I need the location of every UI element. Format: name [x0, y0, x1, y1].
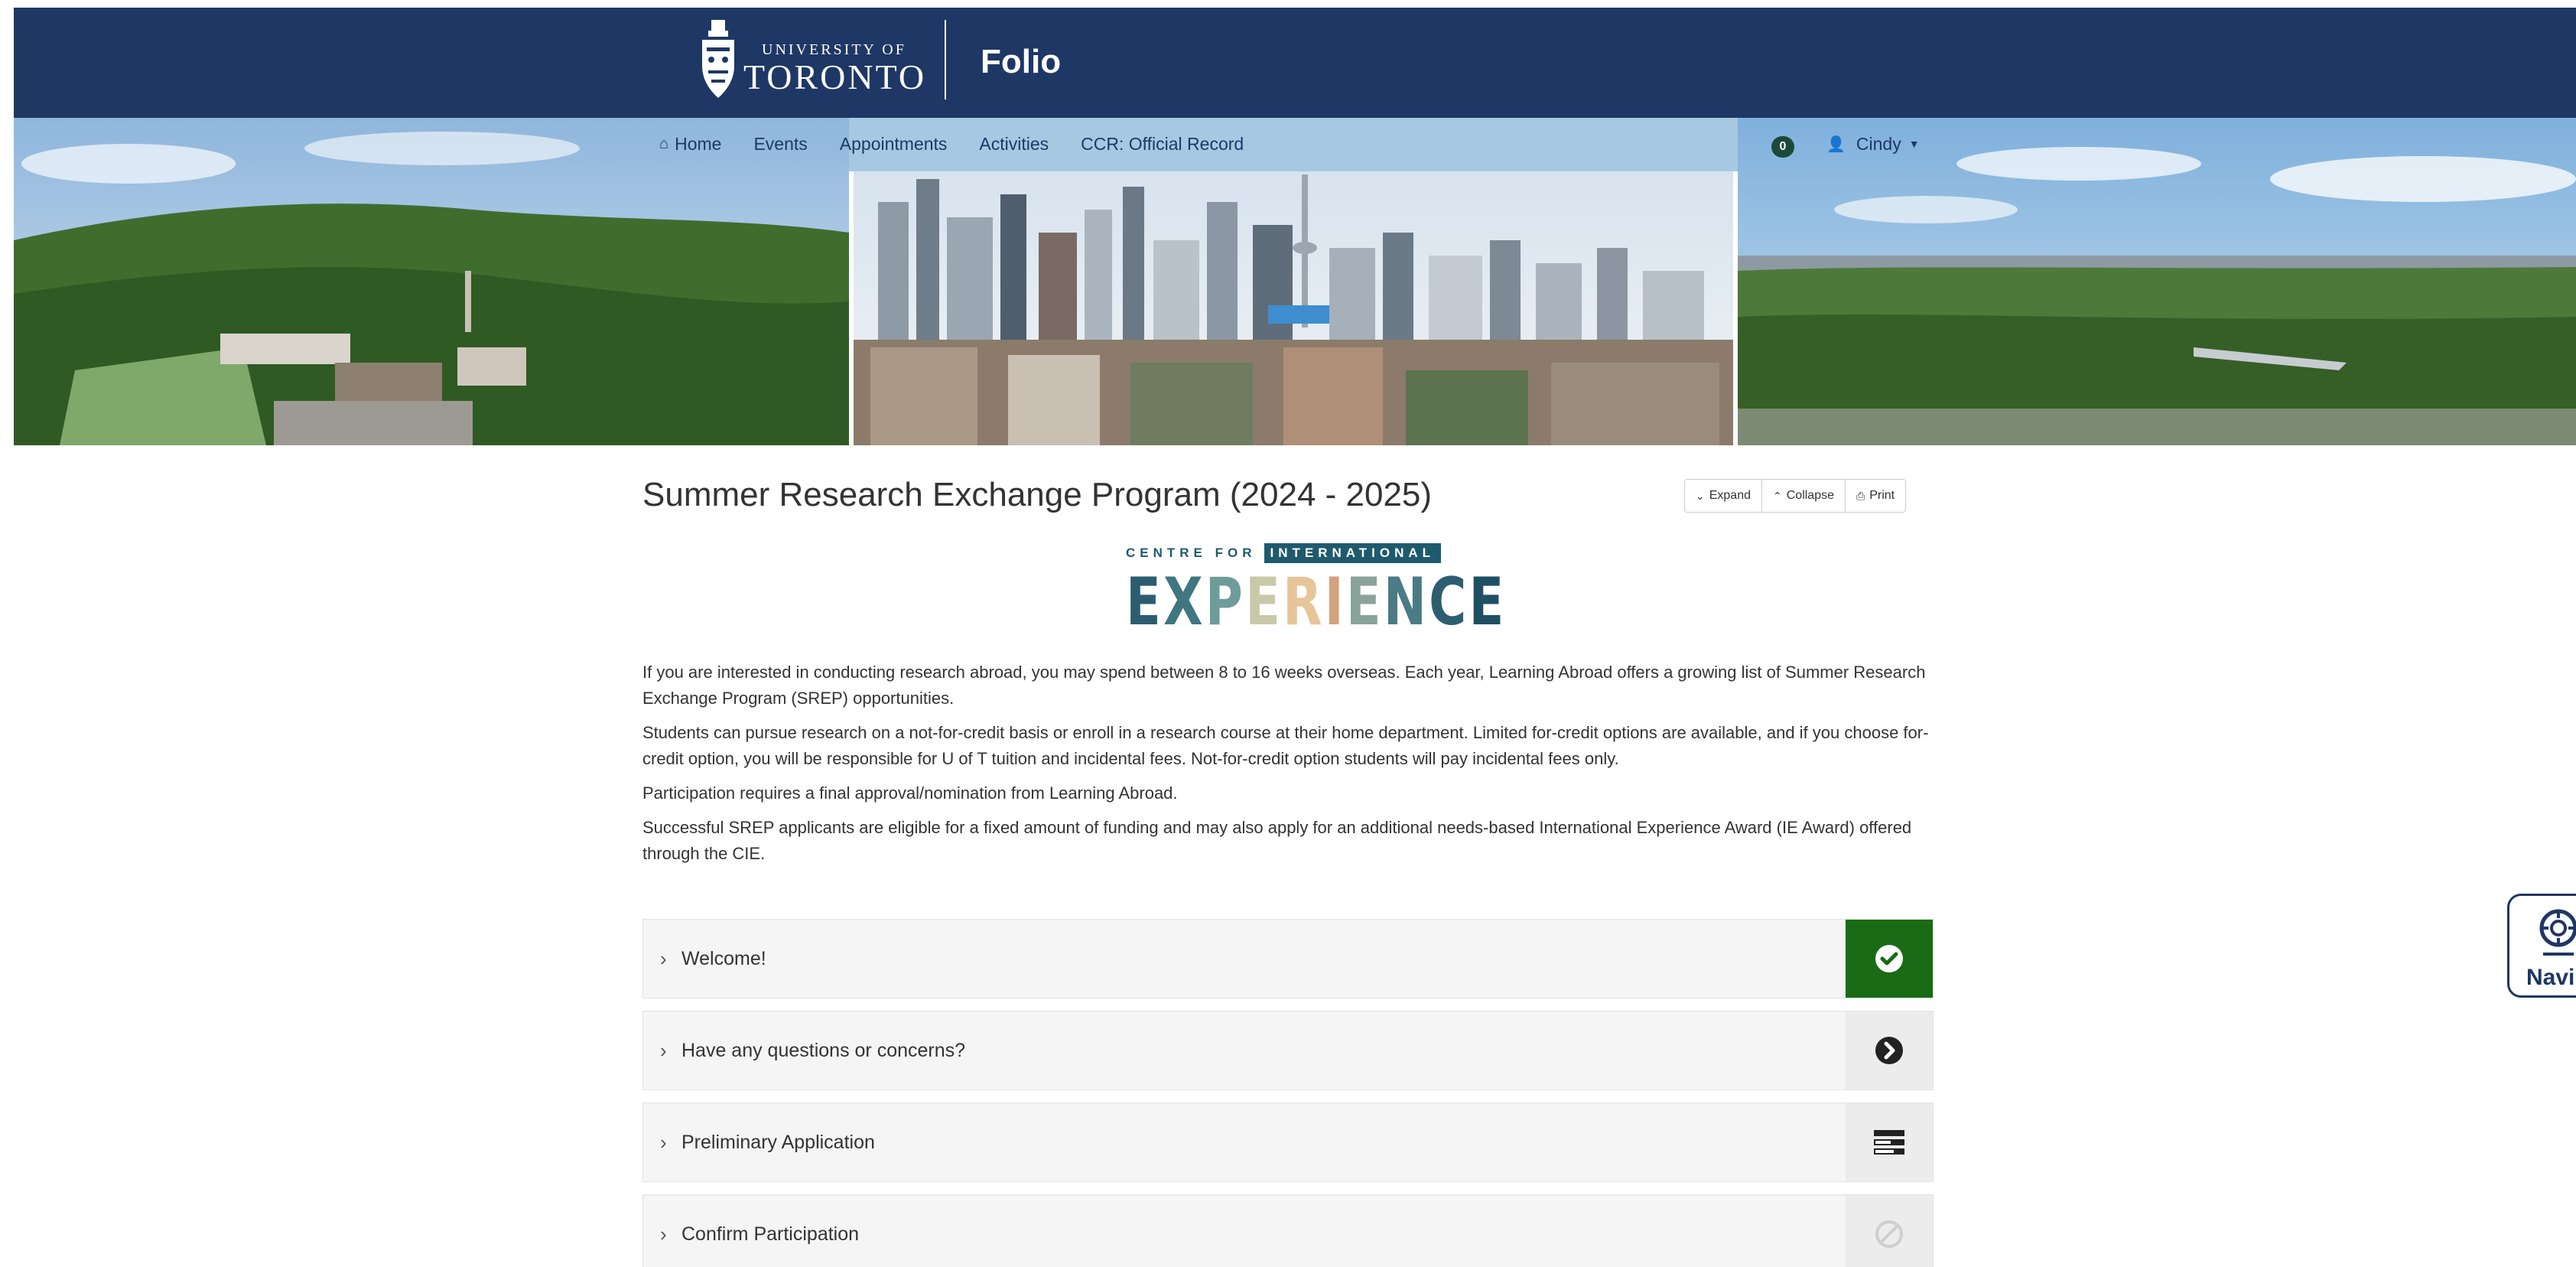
section-preliminary-application[interactable]: › Preliminary Application [642, 1103, 1934, 1182]
cie-wordmark-letter: E [1469, 564, 1507, 640]
nav-appointments-label: Appointments [839, 133, 948, 154]
top-header: UNIVERSITY OF TORONTO Folio [14, 8, 2576, 118]
cie-wordmark-letter: E [1345, 564, 1384, 640]
description-paragraph: If you are interested in conducting rese… [642, 663, 1926, 708]
section-welcome[interactable]: › Welcome! [642, 919, 1934, 998]
cie-centre-for-text: CENTRE FOR [1126, 546, 1257, 560]
cie-wordmark-letter: E [1126, 564, 1163, 640]
page-title: Summer Research Exchange Program (2024 -… [642, 476, 1433, 513]
cie-wordmark-letter: E [1245, 564, 1283, 640]
form-icon [1874, 1130, 1904, 1155]
nav-events-label: Events [753, 133, 808, 154]
arrow-circle-right-icon [1875, 1037, 1903, 1064]
cie-logo-top: CENTRE FOR INTERNATIONAL [1126, 542, 1442, 565]
collapse-button[interactable]: ⌃ Collapse [1762, 480, 1846, 512]
print-icon: ⎙ [1856, 489, 1865, 502]
user-name: Cindy [1856, 133, 1901, 154]
navigator-widget[interactable]: Navi [2507, 894, 2576, 998]
check-circle-icon [1875, 945, 1903, 972]
print-button[interactable]: ⎙ Print [1846, 480, 1906, 512]
banner-panorama-image [14, 118, 2576, 445]
print-label: Print [1869, 489, 1895, 502]
cie-wordmark-letter: P [1205, 564, 1246, 640]
cie-logo: CENTRE FOR INTERNATIONAL EXPERIENCE [1126, 542, 1504, 637]
section-questions[interactable]: › Have any questions or concerns? [642, 1011, 1934, 1090]
section-label: Confirm Participation [681, 1223, 860, 1245]
chevron-right-icon: › [660, 947, 667, 970]
status-form [1846, 1103, 1933, 1181]
nav-activities-label: Activities [979, 133, 1049, 154]
user-menu[interactable]: 👤 Cindy ▼ [1826, 127, 1920, 161]
ban-icon [1875, 1220, 1903, 1248]
cie-wordmark-letter: I [1324, 564, 1346, 640]
toronto-wordmark: TORONTO [743, 57, 927, 96]
nav-home-label: Home [675, 133, 722, 154]
section-label: Preliminary Application [681, 1132, 875, 1153]
cie-wordmark-letter: R [1283, 564, 1325, 640]
nav-appointments[interactable]: Appointments [840, 134, 948, 155]
chevron-up-icon: ⌃ [1773, 489, 1782, 502]
app-title[interactable]: Folio [981, 43, 1061, 81]
cie-wordmark-letter: N [1383, 564, 1429, 640]
caret-down-icon: ▼ [1908, 138, 1920, 150]
home-icon: ⌂ [659, 135, 669, 152]
notification-badge[interactable]: 0 [1771, 136, 1794, 158]
program-description: If you are interested in conducting rese… [642, 660, 1943, 875]
nav-events[interactable]: Events [753, 134, 807, 155]
expand-button[interactable]: ⌄ Expand [1685, 480, 1762, 512]
navigator-label: Navi [2526, 965, 2575, 990]
expand-label: Expand [1709, 489, 1751, 502]
university-of-text: UNIVERSITY OF [762, 41, 906, 58]
cie-wordmark-letter: X [1163, 564, 1205, 640]
compass-icon [2539, 909, 2576, 956]
step-accordion: › Welcome! › Have any questions or conce… [642, 919, 1934, 1267]
main-nav: ⌂ Home Events Appointments Activities CC… [659, 127, 1276, 161]
description-paragraph: Participation requires a final approval/… [642, 783, 1178, 803]
chevron-right-icon: › [660, 1223, 667, 1246]
status-next [1846, 1011, 1933, 1089]
status-locked [1846, 1195, 1933, 1267]
chevron-down-icon: ⌄ [1696, 489, 1705, 502]
nav-ccr-official-record[interactable]: CCR: Official Record [1081, 134, 1244, 155]
user-icon: 👤 [1826, 135, 1846, 153]
uoft-crest-icon [702, 20, 734, 98]
section-confirm-participation[interactable]: › Confirm Participation [642, 1194, 1934, 1267]
nav-home[interactable]: ⌂ Home [659, 134, 721, 155]
toolbar: ⌄ Expand ⌃ Collapse ⎙ Print [1684, 479, 1907, 513]
header-divider [945, 20, 946, 99]
hero-banner: ⌂ Home Events Appointments Activities CC… [14, 118, 2576, 445]
chevron-right-icon: › [660, 1131, 667, 1154]
description-paragraph: Successful SREP applicants are eligible … [642, 818, 1912, 863]
nav-activities[interactable]: Activities [979, 134, 1049, 155]
cie-experience-wordmark: EXPERIENCE [1126, 568, 1506, 637]
collapse-label: Collapse [1786, 489, 1834, 502]
cie-international-text: INTERNATIONAL [1264, 543, 1442, 563]
chevron-right-icon: › [660, 1039, 667, 1062]
nav-ccr-label: CCR: Official Record [1081, 133, 1244, 154]
cie-wordmark-letter: C [1429, 564, 1469, 640]
description-paragraph: Students can pursue research on a not-fo… [642, 723, 1929, 768]
page-frame: UNIVERSITY OF TORONTO Folio ⌂ Home Event… [14, 8, 2576, 1267]
section-label: Have any questions or concerns? [681, 1040, 966, 1061]
status-completed [1846, 920, 1933, 998]
section-label: Welcome! [681, 948, 766, 969]
